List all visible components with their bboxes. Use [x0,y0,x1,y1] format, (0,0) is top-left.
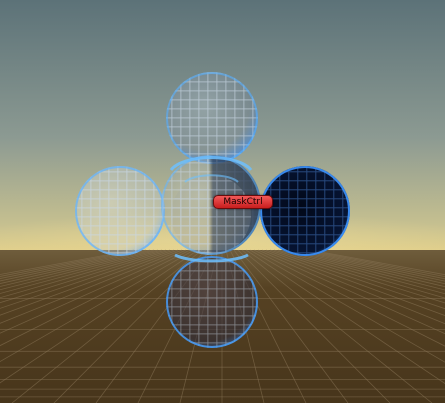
scene-viewport[interactable]: MaskCtrl [0,0,445,403]
mask-ctrl-label[interactable]: MaskCtrl [213,195,273,209]
